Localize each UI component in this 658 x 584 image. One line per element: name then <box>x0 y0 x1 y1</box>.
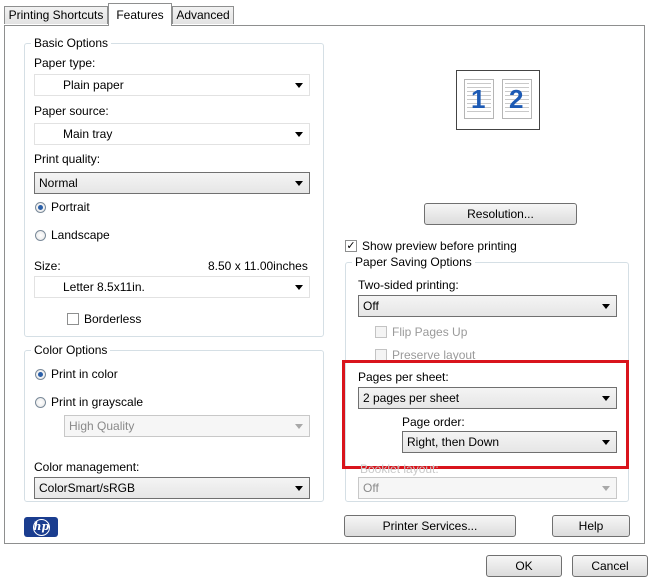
basic-options-legend: Basic Options <box>31 36 112 50</box>
color-options-legend: Color Options <box>31 343 111 357</box>
size-dimensions: 8.50 x 11.00inches <box>208 259 308 273</box>
help-button[interactable]: Help <box>552 515 630 537</box>
portrait-radio[interactable] <box>35 202 46 213</box>
paper-type-label: Paper type: <box>34 56 96 70</box>
hp-logo: hp <box>24 517 58 537</box>
grayscale-quality-dropdown[interactable]: High Quality <box>64 415 310 437</box>
chevron-down-icon <box>295 486 303 491</box>
cancel-button[interactable]: Cancel <box>572 555 648 577</box>
tab-advanced[interactable]: Advanced <box>172 6 234 24</box>
paper-source-dropdown[interactable]: Main tray <box>34 123 310 145</box>
tab-printing-shortcuts[interactable]: Printing Shortcuts <box>4 6 108 24</box>
size-value: Letter 8.5x11in. <box>63 280 145 294</box>
print-in-color-radio[interactable] <box>35 369 46 380</box>
layout-preview: 1 2 <box>456 70 540 130</box>
pages-per-sheet-dropdown[interactable]: 2 pages per sheet <box>358 387 617 409</box>
chevron-down-icon <box>295 83 303 88</box>
print-in-grayscale-label: Print in grayscale <box>51 395 144 409</box>
color-management-label: Color management: <box>34 460 140 474</box>
show-preview-label: Show preview before printing <box>362 239 517 253</box>
landscape-label: Landscape <box>51 228 110 242</box>
page-order-dropdown[interactable]: Right, then Down <box>402 431 617 453</box>
paper-source-value: Main tray <box>63 127 113 141</box>
preview-page-1: 1 <box>464 79 494 119</box>
paper-saving-legend: Paper Saving Options <box>352 255 475 269</box>
preview-page-2: 2 <box>502 79 532 119</box>
pages-per-sheet-label: Pages per sheet: <box>358 370 449 384</box>
tab-features[interactable]: Features <box>108 3 172 26</box>
two-sided-printing-dropdown[interactable]: Off <box>358 295 617 317</box>
page-order-value: Right, then Down <box>407 435 500 449</box>
chevron-down-icon <box>295 424 303 429</box>
booklet-layout-label: Booklet layout: <box>360 462 439 476</box>
grayscale-quality-value: High Quality <box>69 419 135 433</box>
landscape-radio[interactable] <box>35 230 46 241</box>
show-preview-checkbox[interactable]: ✓ <box>345 240 357 252</box>
print-quality-label: Print quality: <box>34 152 101 166</box>
size-label: Size: <box>34 259 61 273</box>
flip-pages-up-label: Flip Pages Up <box>392 325 468 339</box>
color-management-dropdown[interactable]: ColorSmart/sRGB <box>34 477 310 499</box>
chevron-down-icon <box>295 132 303 137</box>
tab-strip: Printing Shortcuts Features Advanced <box>0 0 658 26</box>
printer-services-button[interactable]: Printer Services... <box>344 515 516 537</box>
page-order-label: Page order: <box>402 415 465 429</box>
two-sided-printing-label: Two-sided printing: <box>358 278 459 292</box>
paper-type-dropdown[interactable]: Plain paper <box>34 74 310 96</box>
borderless-label: Borderless <box>84 312 142 326</box>
color-management-value: ColorSmart/sRGB <box>39 481 136 495</box>
print-in-grayscale-radio[interactable] <box>35 397 46 408</box>
print-quality-value: Normal <box>39 176 78 190</box>
preview-page-number: 1 <box>471 84 486 114</box>
resolution-button[interactable]: Resolution... <box>424 203 577 225</box>
print-in-color-label: Print in color <box>51 367 118 381</box>
size-dropdown[interactable]: Letter 8.5x11in. <box>34 276 310 298</box>
booklet-layout-value: Off <box>363 481 379 495</box>
print-quality-dropdown[interactable]: Normal <box>34 172 310 194</box>
ok-button[interactable]: OK <box>486 555 562 577</box>
chevron-down-icon <box>602 440 610 445</box>
preview-page-number: 2 <box>509 84 524 114</box>
chevron-down-icon <box>602 486 610 491</box>
paper-source-label: Paper source: <box>34 104 109 118</box>
chevron-down-icon <box>295 285 303 290</box>
paper-type-value: Plain paper <box>63 78 124 92</box>
flip-pages-up-checkbox[interactable] <box>375 326 387 338</box>
pages-per-sheet-value: 2 pages per sheet <box>363 391 460 405</box>
booklet-layout-dropdown[interactable]: Off <box>358 477 617 499</box>
portrait-label: Portrait <box>51 200 90 214</box>
chevron-down-icon <box>295 181 303 186</box>
two-sided-printing-value: Off <box>363 299 379 313</box>
borderless-checkbox[interactable] <box>67 313 79 325</box>
chevron-down-icon <box>602 396 610 401</box>
chevron-down-icon <box>602 304 610 309</box>
